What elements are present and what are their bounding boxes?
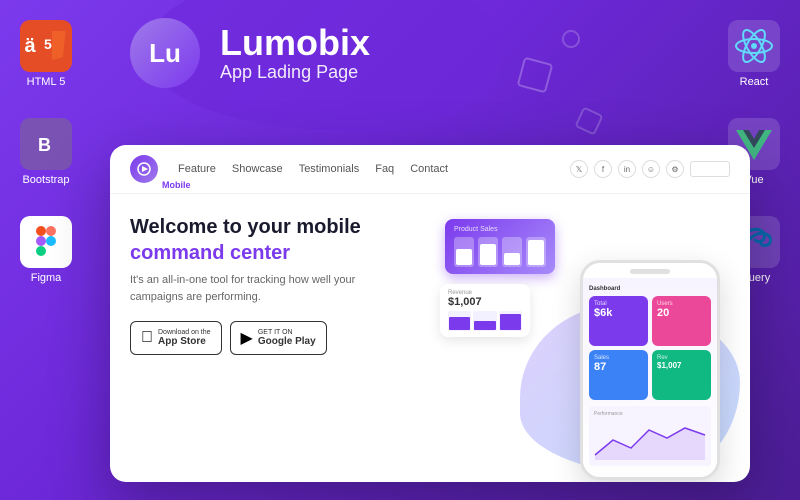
card-left: Welcome to your mobile command center It… xyxy=(130,214,425,465)
nav-extra-box xyxy=(690,161,730,177)
nav-feature[interactable]: Feature xyxy=(178,163,216,175)
phone-screen: Dashboard Total $6k Users 20 Sales 87 xyxy=(583,278,717,480)
googleplay-button[interactable]: ▶ GET IT ON Google Play xyxy=(230,321,327,355)
bootstrap-label: Bootstrap xyxy=(22,174,69,186)
app-logo: Lu xyxy=(130,18,200,88)
svg-text:B: B xyxy=(38,135,51,155)
linkedin-icon[interactable]: in xyxy=(618,160,636,178)
card-navbar: Feature Showcase Testimonials Faq Contac… xyxy=(110,145,750,194)
settings-icon[interactable]: ⚙ xyxy=(666,160,684,178)
appstore-small-text: Download on the xyxy=(158,329,211,336)
mobile-label: Mobile xyxy=(162,180,191,190)
card-nav-social: 𝕏 f in ☺ ⚙ xyxy=(570,160,730,178)
hero-description: It's an all-in-one tool for tracking how… xyxy=(130,272,370,305)
html5-badge: ä 5 xyxy=(20,20,72,72)
left-tech-icons: ä 5 HTML 5 B Bootstrap xyxy=(20,20,72,284)
float-card-1: Product Sales xyxy=(445,219,555,274)
bootstrap-icon-block: B Bootstrap xyxy=(20,118,72,186)
html5-label: HTML 5 xyxy=(27,76,66,88)
phone-mockup: Dashboard Total $6k Users 20 Sales 87 xyxy=(580,260,720,480)
google-play-icon: ▶ xyxy=(241,328,253,348)
card-content: Welcome to your mobile command center It… xyxy=(110,194,750,481)
nav-testimonials[interactable]: Testimonials xyxy=(299,163,360,175)
facebook-icon[interactable]: f xyxy=(594,160,612,178)
phone-chart: Performance xyxy=(589,406,711,466)
react-icon-block: React xyxy=(728,20,780,88)
mini-card-3: Rev $1,007 xyxy=(652,350,711,400)
mini-cards: Total $6k Users 20 Sales 87 Rev xyxy=(589,296,711,400)
figma-icon-block: Figma xyxy=(20,216,72,284)
card-logo xyxy=(130,155,158,183)
mini-card-1: Users 20 xyxy=(652,296,711,346)
download-buttons:  Download on the App Store ▶ GET IT ON … xyxy=(130,321,425,355)
googleplay-small-text: GET IT ON xyxy=(258,329,316,336)
mini-card-0: Total $6k xyxy=(589,296,648,346)
app-title: Lumobix xyxy=(220,23,370,63)
apple-icon:  xyxy=(141,329,153,347)
mini-card-2: Sales 87 xyxy=(589,350,648,400)
instagram-icon[interactable]: ☺ xyxy=(642,160,660,178)
preview-card: Feature Showcase Testimonials Faq Contac… xyxy=(110,145,750,482)
header: Lu Lumobix App Lading Page xyxy=(130,18,670,88)
nav-faq[interactable]: Faq xyxy=(375,163,394,175)
header-text: Lumobix App Lading Page xyxy=(220,23,370,84)
bootstrap-badge: B xyxy=(20,118,72,170)
nav-showcase[interactable]: Showcase xyxy=(232,163,283,175)
react-label: React xyxy=(740,76,769,88)
app-subtitle: App Lading Page xyxy=(220,62,370,83)
figma-label: Figma xyxy=(31,272,62,284)
nav-contact[interactable]: Contact xyxy=(410,163,448,175)
react-badge xyxy=(728,20,780,72)
appstore-button[interactable]:  Download on the App Store xyxy=(130,321,222,355)
figma-badge xyxy=(20,216,72,268)
appstore-large-text: App Store xyxy=(158,336,211,348)
hero-heading: Welcome to your mobile command center xyxy=(130,214,425,266)
card-right: Product Sales xyxy=(435,214,730,465)
phone-notch xyxy=(630,269,670,274)
googleplay-large-text: Google Play xyxy=(258,336,316,348)
svg-text:5: 5 xyxy=(44,36,52,52)
twitter-icon[interactable]: 𝕏 xyxy=(570,160,588,178)
card-nav-links: Feature Showcase Testimonials Faq Contac… xyxy=(178,163,550,175)
float-card-2: Revenue $1,007 xyxy=(440,284,530,337)
hero-highlight: command center xyxy=(130,242,290,264)
html5-icon-block: ä 5 HTML 5 xyxy=(20,20,72,88)
